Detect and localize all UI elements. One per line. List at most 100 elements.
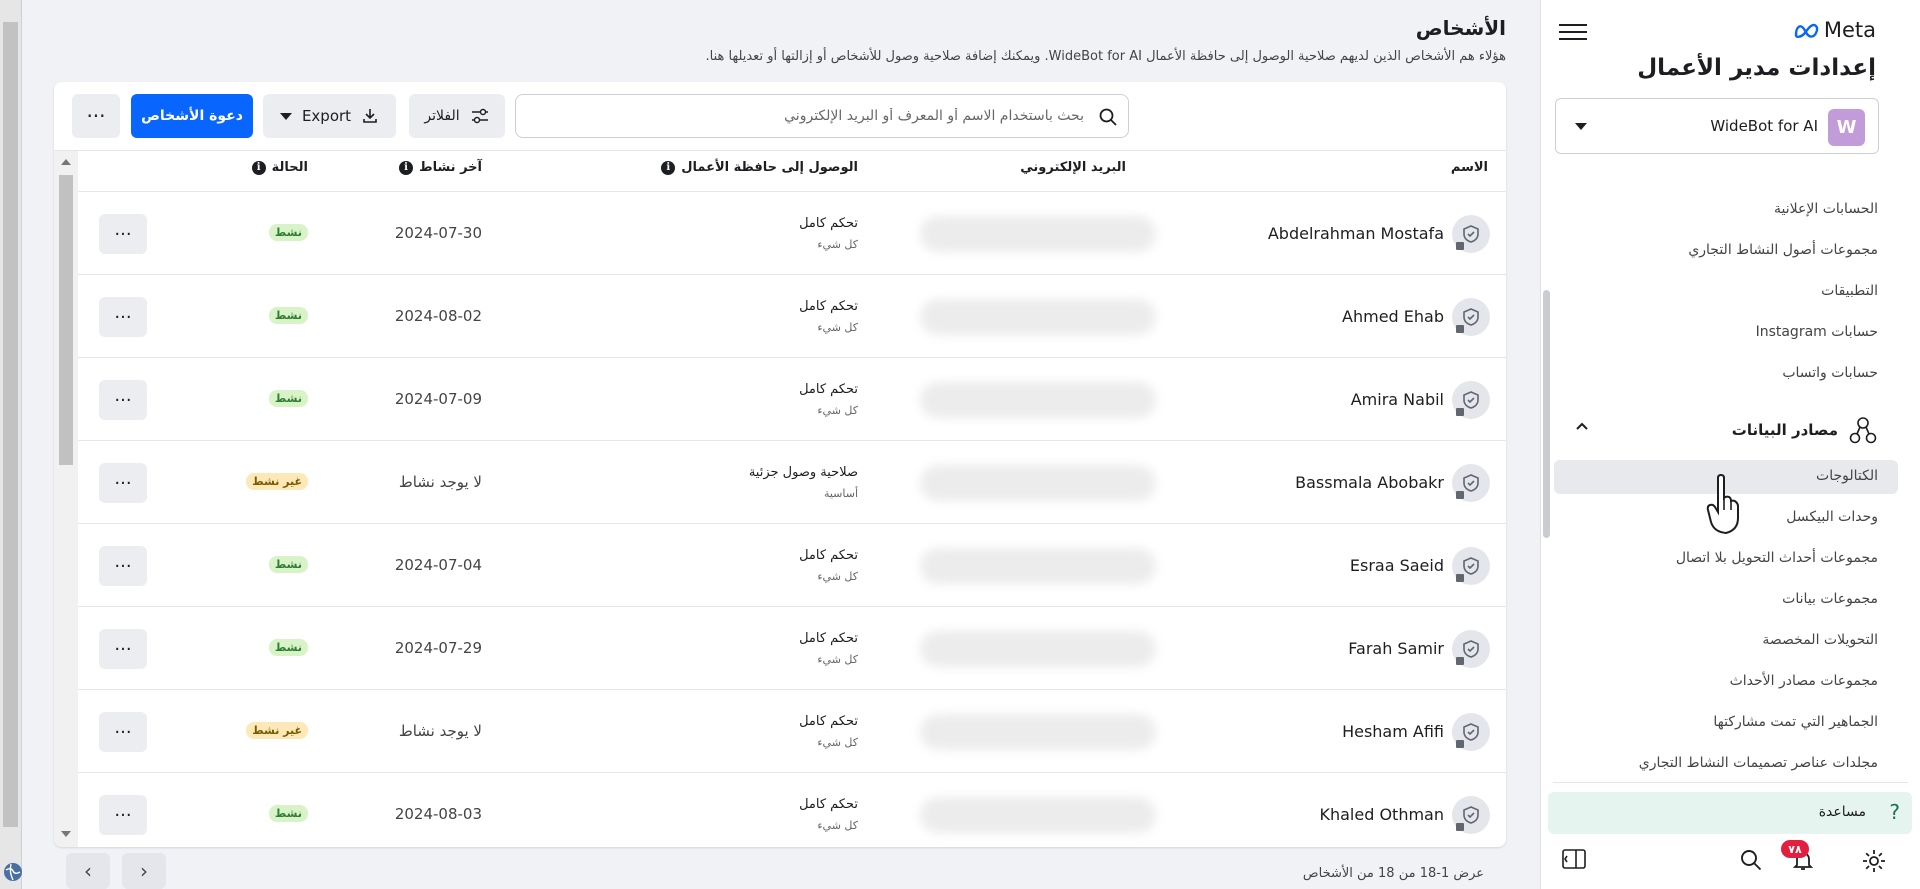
invite-people-button[interactable]: دعوة الأشخاص [131,94,253,138]
table-row[interactable]: Bassmala Abobakr صلاحية وصول جزئية أساسية ل… [78,441,1506,524]
column-header-access[interactable]: الوصول إلى حافظة الأعمال i [661,160,858,175]
last-activity: 2024-07-09 [394,390,482,408]
person-name[interactable]: Bassmala Abobakr [1295,473,1444,492]
table-row[interactable]: Farah Samir تحكم كامل كل شيء 2024-07-29 نشط ·… [78,607,1506,690]
column-header-name[interactable]: الاسم [1451,160,1488,175]
shield-icon [1452,215,1490,253]
people-table: الاسم البريد الإلكتروني الوصول إلى حافظة… [54,150,1506,847]
help-button[interactable]: ? مساعدة [1548,792,1912,834]
sidebar-toggle-icon[interactable] [1561,848,1587,870]
person-name[interactable]: Khaled Othman [1319,805,1444,824]
sidebar-item-creative-folders[interactable]: مجلدات عناصر تصميمات النشاط التجاري [1639,755,1878,771]
table-row[interactable]: Hesham Afifi تحكم كامل كل شيء لا يوجد نشاط غ… [78,690,1506,773]
last-activity: 2024-07-29 [394,639,482,657]
table-row[interactable]: Esraa Saeid تحكم كامل كل شيء 2024-07-04 نشط ·… [78,524,1506,607]
browser-scrollbar[interactable] [0,0,22,889]
page-title: الأشخاص [1415,16,1506,40]
table-row[interactable]: Amira Nabil تحكم كامل كل شيء 2024-07-09 نشط ·… [78,358,1506,441]
meta-logo[interactable]: Meta [1794,18,1876,42]
status-badge: نشط [268,224,308,241]
sidebar-item-pixels[interactable]: وحدات البيكسل [1786,509,1878,525]
dropdown-caret-icon [279,112,292,120]
column-header-status[interactable]: الحالة i [251,160,308,175]
more-actions-button[interactable]: ··· [72,94,120,138]
person-name[interactable]: Esraa Saeid [1350,556,1444,575]
sidebar-item-event-source-groups[interactable]: مجموعات مصادر الأحداث [1730,673,1878,689]
shield-icon [1452,630,1490,668]
last-activity: لا يوجد نشاط [398,722,482,740]
access-level: تحكم كامل [799,714,858,729]
sidebar-item-offline-events[interactable]: مجموعات أحداث التحويل بلا اتصال [1676,550,1878,566]
export-button[interactable]: Export [263,94,396,138]
table-scrollbar[interactable] [54,151,78,847]
person-name[interactable]: Ahmed Ehab [1342,307,1444,326]
table-scrollbar-thumb[interactable] [59,175,73,465]
row-more-button[interactable]: ··· [99,214,147,254]
table-row[interactable]: Abdelrahman Mostafa تحكم كامل كل شيء 2024-0… [78,192,1506,275]
notification-count-badge[interactable]: ٧٨ [1781,840,1809,858]
table-row[interactable]: Ahmed Ehab تحكم كامل كل شيء 2024-08-02 نشط ··… [78,275,1506,358]
info-icon[interactable]: i [661,160,676,175]
person-name[interactable]: Abdelrahman Mostafa [1268,224,1444,243]
shield-icon [1452,547,1490,585]
sidebar-scrollbar[interactable] [1543,290,1550,538]
shield-icon [1452,713,1490,751]
email-redacted [920,631,1156,667]
person-icon [1456,491,1464,499]
email-redacted [920,382,1156,418]
access-scope: كل شيء [817,321,858,334]
row-more-button[interactable]: ··· [99,463,147,503]
search-icon [1098,107,1118,127]
person-name[interactable]: Farah Samir [1348,639,1444,658]
last-activity: لا يوجد نشاط [398,473,482,491]
browser-scrollbar-thumb[interactable] [3,22,18,827]
sidebar-item-apps[interactable]: التطبيقات [1821,283,1878,299]
shield-icon [1452,381,1490,419]
column-header-email[interactable]: البريد الإلكتروني [1020,160,1126,175]
search-icon[interactable] [1739,848,1763,872]
settings-icon[interactable] [1861,848,1887,874]
sidebar-item-custom-conversions[interactable]: التحويلات المخصصة [1762,632,1878,648]
person-name[interactable]: Amira Nabil [1351,390,1444,409]
access-level: تحكم كامل [799,631,858,646]
column-header-last-activity[interactable]: آخر نشاط i [399,160,482,175]
last-activity: 2024-08-03 [394,805,482,823]
hamburger-icon[interactable] [1559,20,1587,44]
scroll-up-icon[interactable] [61,159,71,165]
table-row[interactable]: Khaled Othman تحكم كامل كل شيء 2024-08-03 نش… [78,773,1506,847]
email-redacted [920,465,1156,501]
globe-icon[interactable] [3,862,23,882]
sidebar-item-asset-groups[interactable]: مجموعات أصول النشاط التجاري [1688,242,1878,258]
row-more-button[interactable]: ··· [99,380,147,420]
sidebar-item-datasets[interactable]: مجموعات بيانات [1782,591,1878,607]
sidebar-section-data-sources[interactable]: مصادر البيانات [1732,415,1878,445]
account-avatar: W [1828,109,1865,146]
row-more-button[interactable]: ··· [99,546,147,586]
row-more-button[interactable]: ··· [99,629,147,669]
person-name[interactable]: Hesham Afifi [1342,722,1444,741]
sidebar-divider [1553,782,1908,783]
next-page-button[interactable]: › [122,853,166,889]
info-icon[interactable]: i [251,160,266,175]
sidebar-item-whatsapp[interactable]: حسابات واتساب [1782,365,1878,381]
previous-page-button[interactable]: ‹ [66,853,110,889]
page-description: هؤلاء هم الأشخاص الذين لديهم صلاحية الوص… [705,49,1506,64]
sidebar-item-ad-accounts[interactable]: الحسابات الإعلانية [1774,201,1878,217]
business-account-select[interactable]: W WideBot for AI [1555,98,1879,154]
row-more-button[interactable]: ··· [99,297,147,337]
info-icon[interactable]: i [399,160,414,175]
sidebar-item-instagram[interactable]: حسابات Instagram [1756,324,1878,340]
main-content: الأشخاص هؤلاء هم الأشخاص الذين لديهم صلا… [22,0,1536,889]
chevron-up-icon[interactable] [1575,421,1589,431]
access-scope: أساسية [823,487,858,500]
sidebar-item-shared-audiences[interactable]: الجماهير التي تمت مشاركتها [1713,714,1878,730]
search-input[interactable] [526,95,1086,137]
access-scope: كل شيء [817,819,858,832]
sidebar-item-catalogs[interactable]: الكتالوجات [1816,468,1878,484]
search-box[interactable] [515,94,1129,138]
data-sources-icon [1848,415,1878,445]
row-more-button[interactable]: ··· [99,795,147,835]
filters-button[interactable]: الفلاتر [409,94,505,138]
scroll-down-icon[interactable] [61,831,71,837]
row-more-button[interactable]: ··· [99,712,147,752]
